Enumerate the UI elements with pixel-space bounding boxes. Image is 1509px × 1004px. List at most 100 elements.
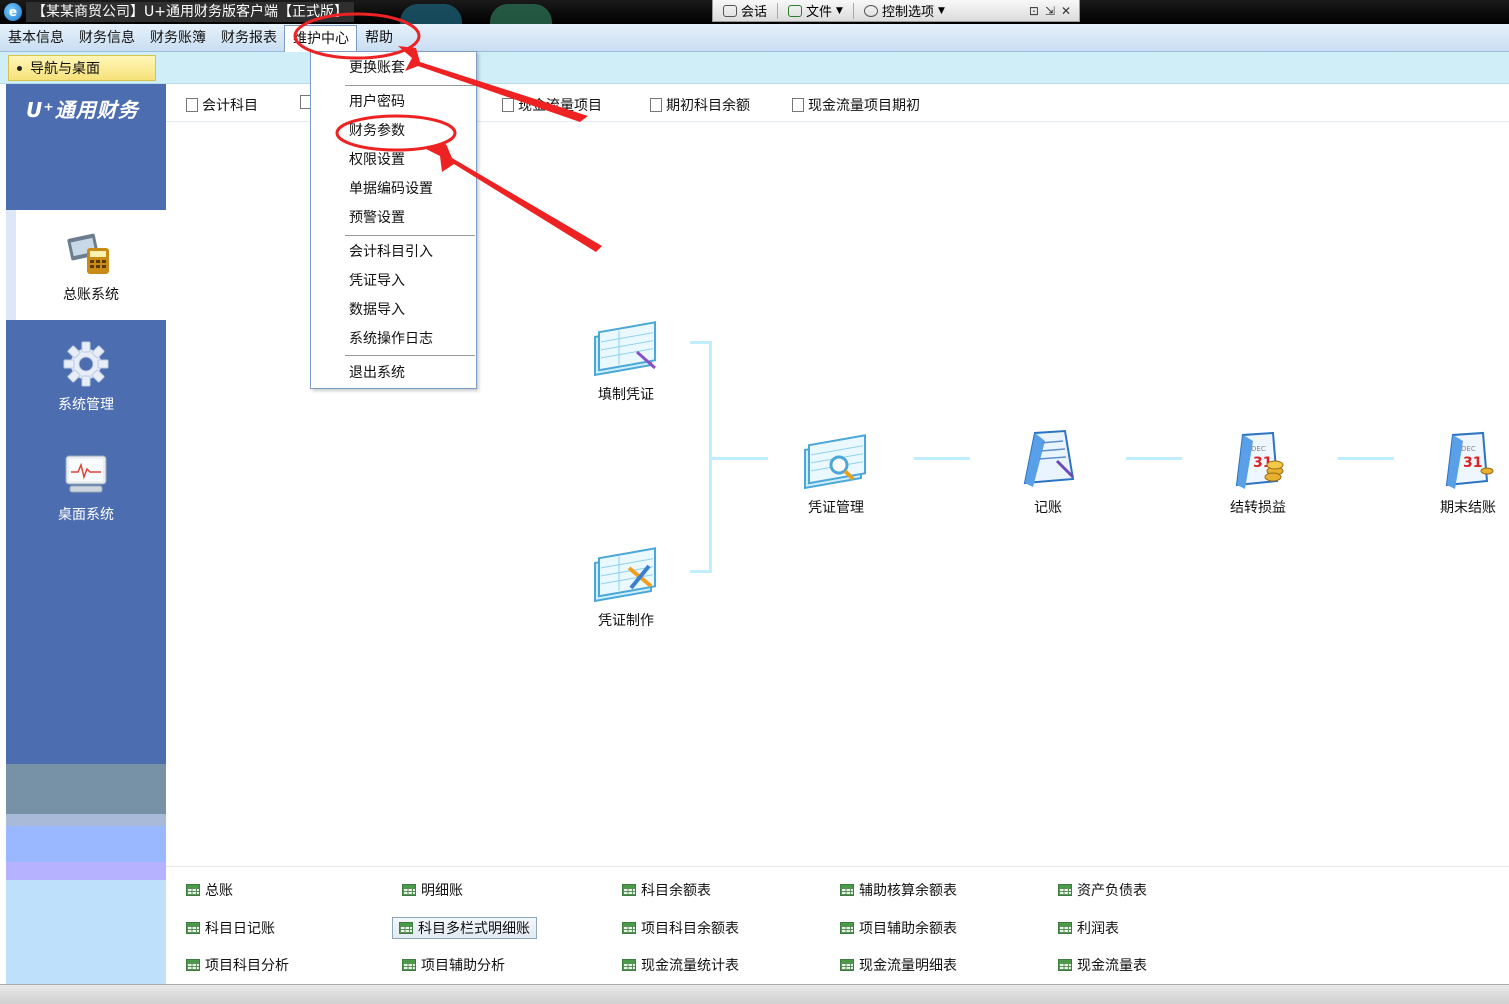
sidebar-item-desktop-system[interactable]: 桌面系统 (6, 430, 166, 540)
report-link-subject-balance[interactable]: 科目余额表 (616, 879, 717, 901)
menu-item-exit-system[interactable]: 退出系统 (349, 363, 405, 383)
report-link-income-statement[interactable]: 利润表 (1052, 917, 1125, 939)
report-link-label: 科目余额表 (641, 883, 711, 899)
sidebar-footer-band (6, 862, 166, 880)
report-link-label: 明细账 (421, 883, 463, 899)
menu-item-data-import[interactable]: 数据导入 (349, 300, 405, 320)
sidebar-item-label: 系统管理 (58, 397, 114, 413)
menu-finance-books[interactable]: 财务账簿 (142, 25, 213, 51)
posting-document-icon (1023, 429, 1075, 487)
calendar-icon: DEC 31 (1445, 431, 1494, 489)
report-link-balance-sheet[interactable]: 资产负债表 (1052, 879, 1153, 901)
close-icon[interactable]: ✕ (1061, 4, 1071, 18)
menu-divider (345, 235, 475, 236)
report-link-cash-flow-statistics[interactable]: 现金流量统计表 (616, 954, 745, 976)
sidebar-item-label: 总账系统 (63, 287, 119, 303)
document-icon (650, 98, 662, 112)
flow-connector (1126, 457, 1182, 460)
shortcut-label: 期初科目余额 (666, 98, 750, 114)
table-icon (402, 884, 416, 896)
calendar-coins-icon: DEC 31 (1235, 431, 1284, 489)
background-window-thumbnail (400, 4, 462, 24)
remote-file-button[interactable]: 文件 ▼ (778, 0, 853, 22)
report-link-auxiliary-balance[interactable]: 辅助核算余额表 (834, 879, 963, 901)
brand-logo: U⁺通用财务 (26, 98, 139, 122)
flow-connector (1338, 457, 1394, 460)
tab-nav-desktop[interactable]: 导航与桌面 (8, 55, 156, 81)
table-icon (622, 922, 636, 934)
sidebar-item-label: 桌面系统 (58, 507, 114, 523)
menu-maintenance-center[interactable]: 维护中心 (284, 24, 357, 52)
document-icon (186, 98, 198, 112)
flow-node-fill-voucher[interactable]: 填制凭证 (571, 316, 681, 404)
document-icon (502, 98, 514, 112)
sidebar-item-system-management[interactable]: 系统管理 (6, 320, 166, 430)
menu-help[interactable]: 帮助 (357, 25, 400, 51)
report-link-label: 总账 (205, 883, 233, 899)
report-link-label: 项目辅助分析 (421, 958, 505, 974)
flow-node-voucher-creation[interactable]: 凭证制作 (571, 542, 681, 630)
shortcut-accounting-subjects[interactable]: 会计科目 (186, 95, 258, 115)
table-icon (622, 959, 636, 971)
menu-item-alert-settings[interactable]: 预警设置 (349, 208, 405, 228)
remote-session-button[interactable]: 会话 (713, 0, 777, 22)
menu-finance-info[interactable]: 财务信息 (71, 25, 142, 51)
menu-finance-reports[interactable]: 财务报表 (213, 25, 284, 51)
menu-item-voucher-import[interactable]: 凭证导入 (349, 271, 405, 291)
monitor-icon (65, 455, 107, 493)
table-icon (1058, 884, 1072, 896)
flow-node-label: 记账 (1034, 500, 1062, 516)
file-transfer-icon (788, 4, 803, 17)
table-icon (840, 922, 854, 934)
table-icon (840, 959, 854, 971)
shortcut-cash-flow-items[interactable]: 现金流量项目 (502, 95, 602, 115)
shortcut-cash-flow-opening[interactable]: 现金流量项目期初 (792, 95, 920, 115)
report-link-label: 科目多栏式明细账 (418, 921, 530, 937)
menu-item-finance-parameters[interactable]: 财务参数 (349, 121, 405, 141)
report-link-project-subject-balance[interactable]: 项目科目余额表 (616, 917, 745, 939)
shortcut-opening-balances[interactable]: 期初科目余额 (650, 95, 750, 115)
menu-divider (345, 85, 475, 86)
report-link-general-ledger[interactable]: 总账 (180, 879, 239, 901)
flow-node-label: 凭证制作 (598, 613, 654, 629)
sidebar-item-general-ledger[interactable]: 总账系统 (6, 210, 166, 320)
report-link-cash-flow-statement[interactable]: 现金流量表 (1052, 954, 1153, 976)
report-link-project-auxiliary-balance[interactable]: 项目辅助余额表 (834, 917, 963, 939)
flow-connector (914, 457, 970, 460)
report-link-project-auxiliary-analysis[interactable]: 项目辅助分析 (396, 954, 511, 976)
voucher-creation-icon (594, 547, 656, 603)
menu-item-user-password[interactable]: 用户密码 (349, 92, 405, 112)
table-icon (1058, 959, 1072, 971)
report-link-label: 辅助核算余额表 (859, 883, 957, 899)
app-logo-icon: e (4, 3, 22, 21)
table-icon (402, 959, 416, 971)
menu-item-permission-settings[interactable]: 权限设置 (349, 150, 405, 170)
report-link-cash-flow-detail[interactable]: 现金流量明细表 (834, 954, 963, 976)
flow-node-period-end-closing[interactable]: DEC 31 期末结账 (1413, 427, 1509, 517)
report-link-label: 项目科目余额表 (641, 921, 739, 937)
flow-node-transfer-profit-loss[interactable]: DEC 31 结转损益 (1203, 427, 1313, 517)
pin-icon[interactable]: ⇲ (1045, 4, 1055, 18)
shortcut-label: 会计科目 (202, 98, 258, 114)
menu-basic-info[interactable]: 基本信息 (0, 25, 71, 51)
report-link-subject-journal[interactable]: 科目日记账 (180, 917, 281, 939)
menu-item-operation-log[interactable]: 系统操作日志 (349, 329, 433, 349)
menu-divider (345, 355, 475, 356)
remote-control-toolbar: 会话 文件 ▼ 控制选项 ▼ ⊡ ⇲ ✕ (712, 0, 1080, 22)
left-sidebar: U⁺通用财务 总账系统 系统管理 桌面系统 (6, 84, 166, 984)
flow-node-posting[interactable]: 记账 (993, 427, 1103, 517)
menu-item-document-numbering[interactable]: 单据编码设置 (349, 179, 433, 199)
flow-node-voucher-management[interactable]: 凭证管理 (781, 429, 891, 517)
fullscreen-icon[interactable]: ⊡ (1029, 4, 1039, 18)
report-link-multi-column-detail[interactable]: 科目多栏式明细账 (392, 917, 537, 939)
report-link-label: 资产负债表 (1077, 883, 1147, 899)
menu-item-import-subjects[interactable]: 会计科目引入 (349, 242, 433, 262)
report-link-detail-ledger[interactable]: 明细账 (396, 879, 469, 901)
report-link-project-subject-analysis[interactable]: 项目科目分析 (180, 954, 295, 976)
remote-control-options-button[interactable]: 控制选项 ▼ (854, 0, 955, 22)
status-bar (0, 984, 1509, 1004)
report-link-label: 利润表 (1077, 921, 1119, 937)
report-links-panel: 总账 科目日记账 项目科目分析 明细账 科目多栏式明细账 项目辅助分析 科目余额… (166, 866, 1509, 984)
menu-item-switch-account-set[interactable]: 更换账套 (349, 58, 405, 78)
table-icon (622, 884, 636, 896)
